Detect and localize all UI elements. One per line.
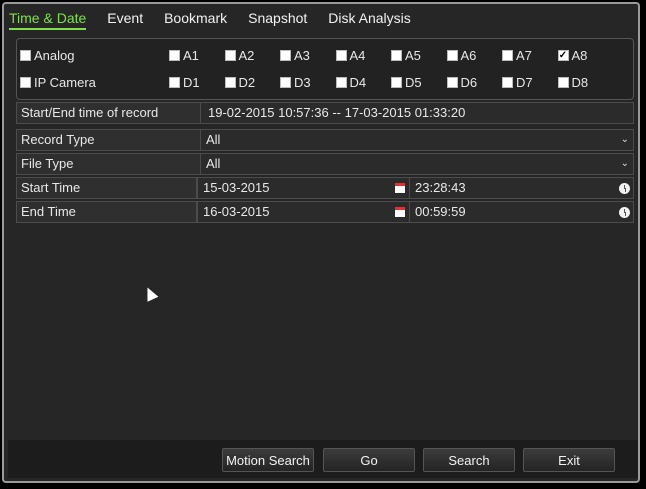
tab-event[interactable]: Event [107, 10, 143, 30]
channel-d-checkbox-1[interactable]: D1 [169, 75, 200, 90]
record-type-value: All [206, 132, 221, 147]
channel-d-checkbox-4[interactable]: D4 [335, 75, 367, 90]
channel-a-checkbox-2[interactable]: A2 [224, 48, 255, 63]
channel-label: A7 [516, 48, 532, 63]
analog-label: Analog [34, 48, 75, 63]
clock-icon[interactable] [619, 207, 630, 218]
go-button[interactable]: Go [323, 448, 415, 472]
channel-panel [16, 38, 634, 100]
calendar-icon[interactable] [395, 207, 405, 217]
channel-label: A5 [405, 48, 421, 63]
channel-d-checkbox-6[interactable]: D6 [446, 75, 478, 90]
start-date-value: 15-03-2015 [203, 180, 270, 195]
start-time-value: 23:28:43 [415, 180, 466, 195]
checkbox-box [502, 50, 513, 61]
checkbox-box [169, 50, 180, 61]
channel-label: A2 [238, 48, 255, 63]
motion-search-button[interactable]: Motion Search [222, 448, 314, 472]
checkbox-box [224, 50, 236, 61]
ip-camera-label: IP Camera [34, 75, 96, 90]
file-type-label: File Type [17, 154, 201, 174]
channel-label: D1 [183, 75, 200, 90]
tab-bookmark[interactable]: Bookmark [164, 10, 227, 30]
channel-a-checkbox-7[interactable]: A7 [502, 48, 532, 63]
channel-label: D2 [238, 75, 256, 90]
channel-label: D6 [460, 75, 478, 90]
channel-d-checkbox-8[interactable]: D8 [557, 75, 589, 90]
record-range-label: Start/End time of record [17, 103, 201, 123]
search-button[interactable]: Search [423, 448, 515, 472]
channel-a-checkbox-8[interactable]: ✓ A8 [557, 48, 588, 63]
checkbox-box [280, 50, 291, 61]
channel-d-checkbox-3[interactable]: D3 [280, 75, 311, 90]
tab-disk-analysis[interactable]: Disk Analysis [328, 10, 410, 30]
chevron-down-icon: ⌄ [620, 158, 629, 169]
channel-a-checkbox-6[interactable]: A6 [446, 48, 477, 63]
channel-label: A3 [294, 48, 310, 63]
checkbox-box [446, 77, 458, 88]
start-date-field[interactable]: 15-03-2015 [197, 178, 409, 198]
ip-camera-checkbox[interactable]: IP Camera [20, 75, 96, 90]
channel-label: D5 [405, 75, 422, 90]
checkmark-icon: ✓ [557, 49, 569, 61]
checkbox-box [391, 50, 402, 61]
chevron-down-icon: ⌄ [620, 134, 629, 145]
checkbox-box [557, 77, 569, 88]
end-time-row: End Time 16-03-2015 00:59:59 [16, 201, 634, 223]
checkbox-box [20, 77, 31, 88]
checkbox-box [169, 77, 180, 88]
checkbox-box [280, 77, 291, 88]
record-type-row: Record Type All ⌄ [16, 129, 634, 151]
channel-label: A8 [571, 48, 588, 63]
channel-label: D3 [294, 75, 311, 90]
channel-d-checkbox-7[interactable]: D7 [502, 75, 533, 90]
channel-label: D7 [516, 75, 533, 90]
end-time-value: 00:59:59 [415, 204, 466, 219]
file-type-row: File Type All ⌄ [16, 153, 634, 175]
channel-a-checkbox-5[interactable]: A5 [391, 48, 421, 63]
end-date-field[interactable]: 16-03-2015 [197, 202, 409, 222]
clock-icon[interactable] [619, 183, 630, 194]
end-time-label: End Time [17, 202, 197, 222]
checkbox-box [391, 77, 402, 88]
checkbox-box [502, 77, 513, 88]
record-type-label: Record Type [17, 130, 201, 150]
channel-a-checkbox-3[interactable]: A3 [280, 48, 310, 63]
end-date-value: 16-03-2015 [203, 204, 270, 219]
checkbox-box [20, 50, 31, 61]
calendar-icon[interactable] [395, 183, 405, 193]
channel-d-checkbox-2[interactable]: D2 [224, 75, 256, 90]
start-time-field[interactable]: 23:28:43 [409, 178, 633, 198]
analog-checkbox[interactable]: Analog [20, 48, 74, 63]
checkbox-box [224, 77, 236, 88]
channel-label: A6 [460, 48, 477, 63]
start-time-row: Start Time 15-03-2015 23:28:43 [16, 177, 634, 199]
channel-a-checkbox-4[interactable]: A4 [335, 48, 366, 63]
checkbox-box [446, 50, 458, 61]
channel-label: A1 [183, 48, 199, 63]
file-type-select[interactable]: All ⌄ [201, 154, 633, 174]
channel-a-checkbox-1[interactable]: A1 [169, 48, 199, 63]
record-type-select[interactable]: All ⌄ [201, 130, 633, 150]
channel-label: A4 [349, 48, 366, 63]
channel-label: D4 [349, 75, 367, 90]
tab-time-date[interactable]: Time & Date [9, 10, 87, 30]
start-time-label: Start Time [17, 178, 197, 198]
channel-d-checkbox-5[interactable]: D5 [391, 75, 422, 90]
checkbox-box [335, 77, 347, 88]
tab-bar: Time & Date Event Bookmark Snapshot Disk… [9, 10, 432, 30]
exit-button[interactable]: Exit [523, 448, 615, 472]
file-type-value: All [206, 156, 221, 171]
record-range-row: Start/End time of record 19-02-2015 10:5… [16, 102, 634, 124]
checkbox-box [335, 50, 347, 61]
channel-label: D8 [571, 75, 589, 90]
tab-snapshot[interactable]: Snapshot [248, 10, 307, 30]
end-time-field[interactable]: 00:59:59 [409, 202, 633, 222]
record-range-value: 19-02-2015 10:57:36 -- 17-03-2015 01:33:… [208, 105, 466, 120]
